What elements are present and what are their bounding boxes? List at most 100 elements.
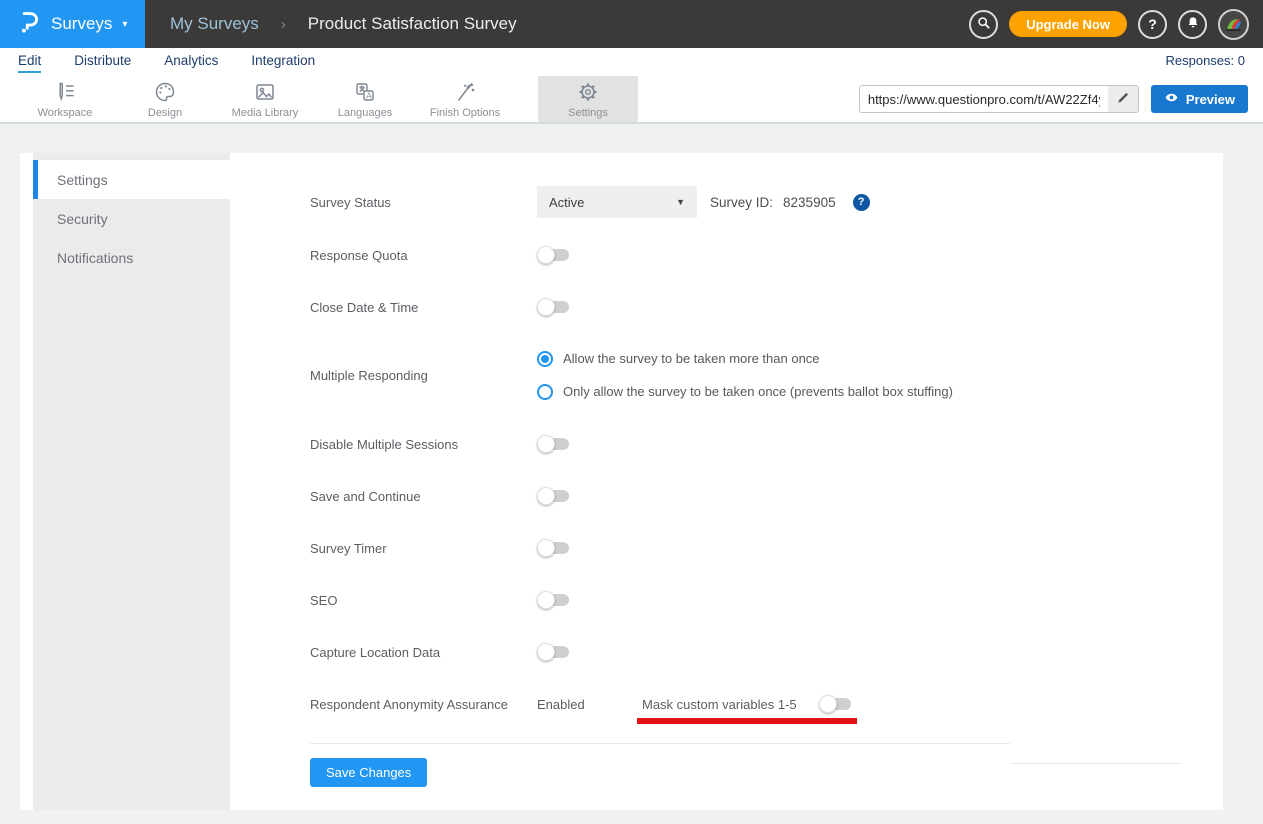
multiple-responding-options: Allow the survey to be taken more than o…	[537, 342, 953, 408]
red-highlight-annotation	[637, 718, 857, 724]
survey-id-value: 8235905	[783, 195, 836, 210]
toolbar-right: Preview	[859, 76, 1263, 122]
survey-id-label: Survey ID:	[710, 195, 773, 210]
toggle-knob	[537, 591, 555, 609]
radio-option-more-than-once[interactable]: Allow the survey to be taken more than o…	[537, 342, 953, 375]
response-quota-toggle[interactable]	[539, 249, 569, 261]
toggle-knob	[819, 695, 837, 713]
survey-id-group: Survey ID: 8235905 ?	[710, 194, 870, 211]
survey-timer-row: Survey Timer	[310, 531, 1223, 565]
product-switcher[interactable]: Surveys ▾	[0, 0, 145, 48]
survey-id-help-icon[interactable]: ?	[853, 194, 870, 211]
mask-custom-variables-toggle[interactable]	[821, 698, 851, 710]
toggle-knob	[537, 246, 555, 264]
secondary-divider	[1010, 763, 1180, 764]
settings-card: Settings Security Notifications Survey S…	[20, 153, 1223, 810]
tool-media-library[interactable]: Media Library	[215, 76, 315, 122]
toggle-knob	[537, 539, 555, 557]
question-mark-icon: ?	[1148, 16, 1157, 32]
sidebar-item-notifications[interactable]: Notifications	[33, 238, 230, 277]
tab-integration[interactable]: Integration	[251, 53, 315, 71]
notifications-button[interactable]	[1178, 10, 1207, 39]
radio-unchecked-icon	[537, 384, 553, 400]
survey-timer-toggle[interactable]	[539, 542, 569, 554]
survey-status-label: Survey Status	[310, 195, 537, 210]
tool-finish-options[interactable]: Finish Options	[415, 76, 515, 122]
translate-icon: A	[353, 80, 377, 104]
close-date-row: Close Date & Time	[310, 290, 1223, 324]
workspace-icon	[53, 80, 77, 104]
questionpro-logo	[16, 9, 42, 40]
gear-icon	[576, 80, 600, 104]
header-actions: Upgrade Now ?	[969, 9, 1263, 40]
settings-sidebar: Settings Security Notifications	[20, 153, 230, 810]
toggle-knob	[537, 298, 555, 316]
palette-icon	[153, 80, 177, 104]
search-button[interactable]	[969, 10, 998, 39]
seo-toggle[interactable]	[539, 594, 569, 606]
response-quota-row: Response Quota	[310, 238, 1223, 272]
disable-multiple-sessions-toggle[interactable]	[539, 438, 569, 450]
breadcrumb-my-surveys[interactable]: My Surveys	[170, 14, 259, 34]
svg-text:A: A	[366, 91, 372, 100]
disable-sessions-row: Disable Multiple Sessions	[310, 427, 1223, 461]
form-footer: Save Changes	[310, 744, 1223, 787]
tab-distribute[interactable]: Distribute	[74, 53, 131, 71]
magic-wand-icon	[453, 80, 477, 104]
survey-status-select[interactable]: Active ▼	[537, 186, 697, 218]
tab-analytics[interactable]: Analytics	[164, 53, 218, 71]
eye-icon	[1164, 90, 1179, 108]
preview-button[interactable]: Preview	[1151, 85, 1248, 113]
settings-form: Survey Status Active ▼ Survey ID: 823590…	[230, 153, 1223, 810]
avatar[interactable]	[1218, 9, 1249, 40]
sidebar-item-security[interactable]: Security	[33, 199, 230, 238]
survey-status-row: Survey Status Active ▼ Survey ID: 823590…	[310, 186, 1223, 218]
save-changes-button[interactable]: Save Changes	[310, 758, 427, 787]
multiple-responding-row: Multiple Responding Allow the survey to …	[310, 342, 1223, 408]
settings-sidebar-column: Settings Security Notifications	[33, 153, 230, 810]
product-switcher-label: Surveys	[51, 14, 112, 34]
radio-option-once-only[interactable]: Only allow the survey to be taken once (…	[537, 375, 953, 408]
tool-workspace[interactable]: Workspace	[15, 76, 115, 122]
toolbar-tools: Workspace Design	[15, 76, 638, 122]
toggle-knob	[537, 487, 555, 505]
bell-icon	[1185, 15, 1201, 34]
toggle-knob	[537, 435, 555, 453]
capture-location-row: Capture Location Data	[310, 635, 1223, 669]
chevron-down-icon: ▼	[676, 197, 685, 207]
questionpro-app: Surveys ▾ My Surveys › Product Satisfact…	[0, 0, 1263, 824]
breadcrumb: My Surveys › Product Satisfaction Survey	[145, 14, 969, 34]
anonymity-status: Enabled	[537, 697, 642, 712]
image-icon	[253, 80, 277, 104]
survey-url-box	[859, 85, 1139, 113]
tool-settings[interactable]: Settings	[538, 76, 638, 122]
toggle-knob	[537, 643, 555, 661]
sidebar-item-settings[interactable]: Settings	[33, 160, 230, 199]
close-date-toggle[interactable]	[539, 301, 569, 313]
save-continue-row: Save and Continue	[310, 479, 1223, 513]
settings-page: Settings Security Notifications Survey S…	[0, 124, 1263, 824]
search-icon	[976, 15, 992, 34]
edit-url-button[interactable]	[1108, 86, 1138, 112]
seo-row: SEO	[310, 583, 1223, 617]
upgrade-now-button[interactable]: Upgrade Now	[1009, 11, 1127, 37]
tool-languages[interactable]: A Languages	[315, 76, 415, 122]
edit-toolbar: Workspace Design	[0, 76, 1263, 124]
survey-nav: Edit Distribute Analytics Integration Re…	[0, 48, 1263, 76]
tab-edit[interactable]: Edit	[18, 53, 41, 73]
page-title: Product Satisfaction Survey	[308, 14, 517, 34]
save-and-continue-toggle[interactable]	[539, 490, 569, 502]
breadcrumb-separator-icon: ›	[281, 16, 286, 33]
pencil-icon	[1116, 91, 1130, 108]
responses-count: Responses: 0	[1166, 53, 1246, 68]
tool-design[interactable]: Design	[115, 76, 215, 122]
capture-location-toggle[interactable]	[539, 646, 569, 658]
survey-url-input[interactable]	[860, 86, 1108, 112]
top-header: Surveys ▾ My Surveys › Product Satisfact…	[0, 0, 1263, 48]
avatar-image	[1220, 11, 1247, 38]
mask-variables-label: Mask custom variables 1-5	[642, 697, 819, 712]
radio-checked-icon	[537, 351, 553, 367]
help-button[interactable]: ?	[1138, 10, 1167, 39]
anonymity-row: Respondent Anonymity Assurance Enabled M…	[310, 687, 1223, 721]
chevron-down-icon: ▾	[122, 19, 127, 30]
